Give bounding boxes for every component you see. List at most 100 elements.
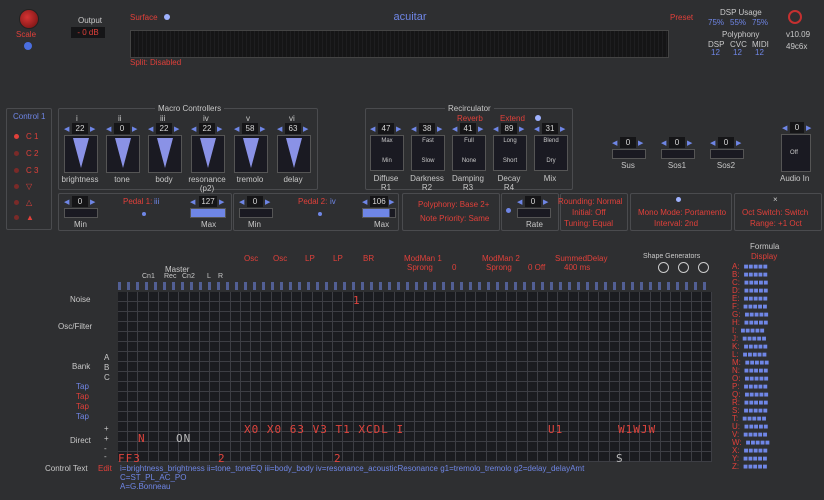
grid-cell[interactable] (322, 402, 334, 412)
grid-cell[interactable] (517, 452, 528, 462)
grid-cell[interactable] (425, 412, 436, 422)
grid-cell[interactable] (517, 442, 528, 452)
grid-cell[interactable] (302, 342, 313, 352)
pedal2-max-right-arrow-icon[interactable]: ▶ (389, 198, 394, 206)
grid-cell[interactable] (189, 382, 200, 392)
grid-cell[interactable] (118, 422, 129, 432)
grid-cell[interactable] (701, 452, 712, 462)
grid-cell[interactable] (640, 392, 651, 402)
grid-cell[interactable] (271, 332, 282, 342)
tap-label-4[interactable]: Tap (76, 412, 89, 421)
grid-cell[interactable] (179, 302, 190, 312)
grid-cell[interactable] (138, 422, 149, 432)
recirc-right-arrow-icon[interactable]: ▶ (519, 125, 524, 133)
grid-cell[interactable] (527, 302, 538, 312)
grid-cell[interactable] (599, 382, 610, 392)
grid-cell[interactable] (537, 352, 549, 362)
grid-cell[interactable] (271, 442, 282, 452)
grid-cell[interactable] (650, 442, 661, 452)
grid-cell[interactable] (158, 422, 170, 432)
grid-cell[interactable] (578, 432, 590, 442)
grid-cell[interactable] (363, 352, 375, 362)
grid-cell[interactable] (435, 302, 446, 312)
grid-cell[interactable] (548, 402, 559, 412)
grid-cell[interactable] (169, 402, 180, 412)
grid-cell[interactable] (455, 372, 467, 382)
grid-cell[interactable] (435, 332, 446, 342)
grid-cell[interactable] (199, 422, 211, 432)
grid-cell[interactable] (281, 322, 293, 332)
grid-cell[interactable] (445, 302, 456, 312)
grid-cell[interactable] (455, 362, 467, 372)
grid-cell[interactable] (619, 372, 631, 382)
grid-cell[interactable] (517, 432, 528, 442)
grid-cell[interactable] (517, 322, 528, 332)
grid-cell[interactable] (158, 352, 170, 362)
grid-cell[interactable] (415, 352, 426, 362)
grid-cell[interactable] (281, 292, 293, 302)
grid-cell[interactable] (568, 342, 579, 352)
grid-cell[interactable] (302, 392, 313, 402)
grid-cell[interactable] (558, 352, 569, 362)
tap-label-1[interactable]: Tap (76, 382, 89, 391)
grid-cell[interactable] (599, 362, 610, 372)
grid-cell[interactable] (671, 402, 682, 412)
grid-cell[interactable] (220, 442, 231, 452)
grid-cell[interactable] (425, 292, 436, 302)
macro-value-2[interactable]: 22 (156, 123, 172, 134)
grid-cell[interactable] (138, 402, 149, 412)
grid-cell[interactable] (312, 452, 323, 462)
grid-cell[interactable] (558, 342, 569, 352)
grid-cell[interactable] (199, 402, 211, 412)
rounding-line2[interactable]: Initial: Off (572, 208, 606, 217)
grid-cell[interactable] (415, 292, 426, 302)
grid-cell[interactable] (640, 302, 651, 312)
grid-cell[interactable] (118, 392, 129, 402)
sus-right-arrow-icon[interactable]: ▶ (638, 139, 643, 147)
grid-cell[interactable] (476, 292, 487, 302)
grid-cell[interactable] (179, 452, 190, 462)
grid-cell[interactable] (261, 452, 272, 462)
grid-cell[interactable] (681, 302, 692, 312)
grid-cell[interactable] (691, 382, 702, 392)
grid-cell[interactable] (343, 382, 354, 392)
grid-cell[interactable] (568, 292, 579, 302)
grid-cell[interactable] (199, 362, 211, 372)
grid-cell[interactable] (445, 392, 456, 402)
grid-cell[interactable] (609, 382, 620, 392)
grid-cell[interactable] (210, 422, 221, 432)
grid-cell[interactable] (640, 292, 651, 302)
grid-cell[interactable] (650, 302, 661, 312)
grid-cell[interactable] (568, 312, 579, 322)
grid-cell[interactable] (609, 292, 620, 302)
grid-cell[interactable] (640, 352, 651, 362)
grid-cell[interactable] (548, 302, 559, 312)
grid-cell[interactable] (189, 402, 200, 412)
grid-cell[interactable] (640, 412, 651, 422)
grid-cell[interactable] (292, 392, 303, 402)
recirc-value-0[interactable]: 47 (378, 123, 394, 134)
grid-cell[interactable] (599, 452, 610, 462)
shape-gen-knob-3-icon[interactable] (698, 262, 709, 273)
grid-cell[interactable] (220, 402, 231, 412)
grid-cell[interactable] (199, 452, 211, 462)
recirc-slider-2[interactable]: Full None (452, 135, 486, 171)
grid-cell[interactable] (353, 382, 364, 392)
grid-cell[interactable] (650, 372, 661, 382)
grid-cell[interactable] (609, 442, 620, 452)
grid-cell[interactable] (189, 412, 200, 422)
grid-cell[interactable] (455, 352, 467, 362)
grid-cell[interactable] (189, 302, 200, 312)
grid-cell[interactable] (343, 352, 354, 362)
grid-cell[interactable] (445, 292, 456, 302)
control-radio-2-icon[interactable] (14, 151, 19, 156)
pedal2-min-slider[interactable] (239, 208, 273, 218)
grid-cell[interactable] (128, 302, 139, 312)
grid-cell[interactable] (230, 392, 241, 402)
grid-cell[interactable] (650, 412, 661, 422)
grid-cell[interactable] (363, 382, 375, 392)
recirc-value-3[interactable]: 89 (501, 123, 517, 134)
grid-cell[interactable] (691, 432, 702, 442)
grid-cell[interactable] (445, 402, 456, 412)
grid-cell[interactable] (537, 302, 549, 312)
